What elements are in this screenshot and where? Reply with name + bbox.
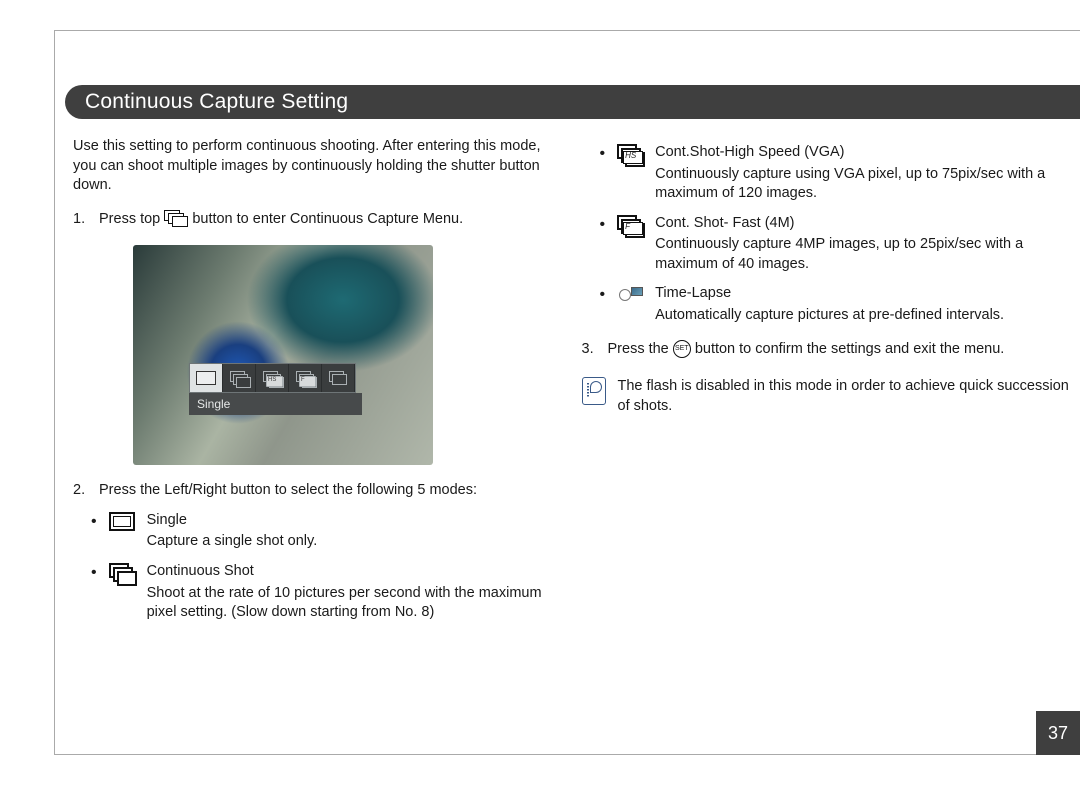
step-num: 2.: [73, 481, 89, 501]
lcd-mode-bar: HS F: [189, 363, 356, 393]
fast-icon: F: [615, 214, 645, 236]
mode-fast: • F Cont. Shot- Fast (4M) Continuously c…: [600, 214, 1071, 275]
section-title: Continuous Capture Setting: [65, 85, 1080, 119]
page-number: 37: [1036, 711, 1080, 755]
set-button-icon: SET: [673, 340, 691, 358]
continuous-button-icon: [164, 210, 188, 226]
step-2: 2. Press the Left/Right button to select…: [73, 481, 562, 501]
lcd-mode-hs: HS: [256, 364, 289, 392]
step-3: 3. Press the SET button to confirm the s…: [582, 340, 1071, 360]
lcd-mode-tl: [322, 364, 355, 392]
timelapse-icon: [615, 284, 645, 306]
note-text: The flash is disabled in this mode in or…: [618, 377, 1071, 416]
intro-text: Use this setting to perform continuous s…: [73, 137, 562, 196]
lcd-mode-single: [190, 364, 223, 392]
lcd-mode-f: F: [289, 364, 322, 392]
lcd-mode-cont: [223, 364, 256, 392]
step-num: 3.: [582, 340, 598, 360]
right-column: • HS Cont.Shot-High Speed (VGA) Continuo…: [582, 137, 1071, 633]
hs-icon: HS: [615, 143, 645, 165]
mode-single: • Single Capture a single shot only.: [91, 511, 562, 552]
step-1: 1. Press top button to enter Continuous …: [73, 210, 562, 230]
continuous-icon: [107, 562, 137, 584]
mode-hs: • HS Cont.Shot-High Speed (VGA) Continuo…: [600, 143, 1071, 204]
mode-continuous: • Continuous Shot Shoot at the rate of 1…: [91, 562, 562, 623]
single-icon: [107, 511, 137, 533]
camera-lcd-screenshot: HS F Single: [133, 245, 433, 465]
step-num: 1.: [73, 210, 89, 230]
note-icon: [582, 377, 606, 405]
note-block: The flash is disabled in this mode in or…: [582, 377, 1071, 416]
mode-timelapse: • Time-Lapse Automatically capture pictu…: [600, 284, 1071, 325]
lcd-mode-label: Single: [189, 393, 362, 415]
left-column: Use this setting to perform continuous s…: [73, 137, 562, 633]
